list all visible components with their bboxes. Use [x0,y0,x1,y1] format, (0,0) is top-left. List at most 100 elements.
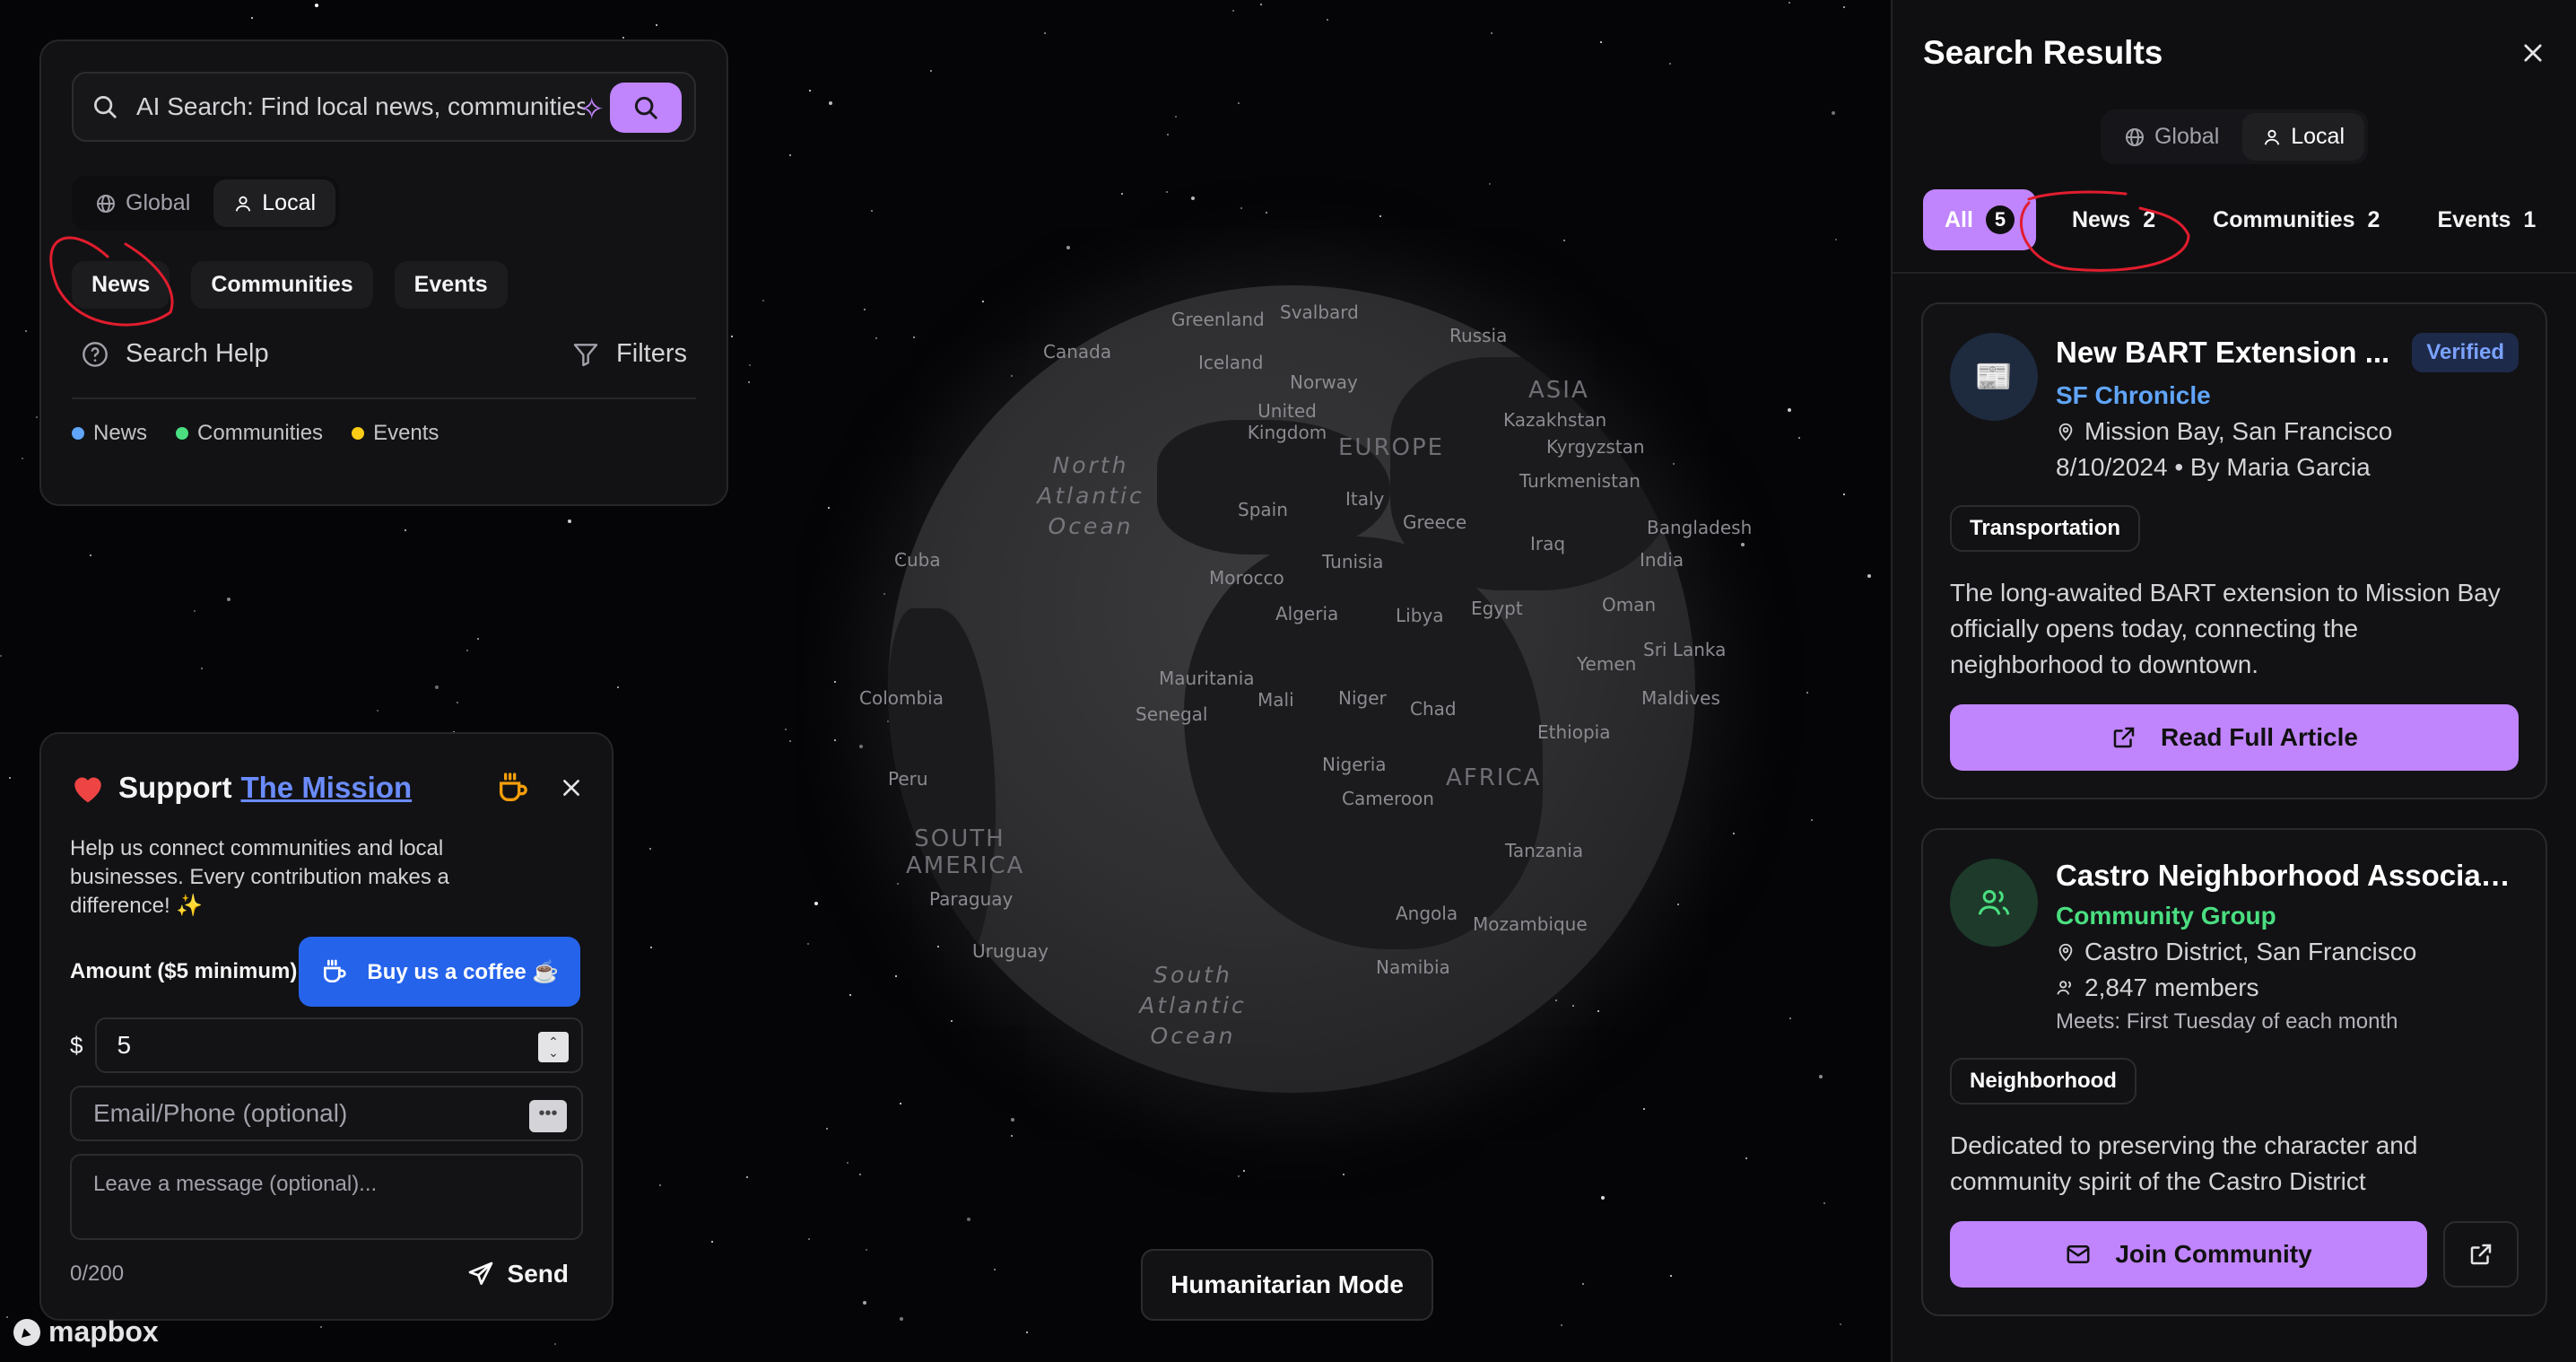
filters-button[interactable]: Filters [571,339,687,369]
scope-global-label: Global [126,190,191,215]
star [1238,102,1240,104]
read-article-button[interactable]: Read Full Article [1950,704,2519,771]
tab-communities[interactable]: Communities 2 [2191,191,2401,249]
card-title[interactable]: Castro Neighborhood Association [2056,859,2519,893]
tab-all[interactable]: All 5 [1923,189,2036,250]
mapbox-logo[interactable]: mapbox [11,1315,159,1349]
results-scope-global[interactable]: Global [2104,113,2239,161]
scope-global[interactable]: Global [75,179,210,227]
password-manager-icon[interactable]: ••• [529,1100,567,1132]
legend-events: Events [352,421,439,446]
users-icon [1978,890,2010,915]
message-textarea[interactable]: Leave a message (optional)... [70,1154,583,1240]
map-label: Colombia [859,687,944,709]
send-icon [468,1262,492,1285]
legend-label: News [93,421,148,445]
card-description: The long-awaited BART extension to Missi… [1950,579,2501,678]
star [913,336,915,338]
star [90,554,91,556]
star [1011,1118,1014,1122]
star [477,638,479,640]
star [748,381,750,383]
buy-coffee-button[interactable]: Buy us a coffee ☕ [299,937,581,1007]
search-icon [94,96,117,118]
search-help-button[interactable]: Search Help [81,339,269,369]
category-communities-chip[interactable]: Communities [191,261,373,309]
buy-coffee-label: Buy us a coffee ☕ [367,959,560,984]
star [466,650,468,651]
map-label: Maldives [1641,687,1720,709]
support-footer: 0/200 Send [70,1260,583,1288]
star [875,337,877,339]
star [1066,246,1070,249]
contact-input[interactable]: Email/Phone (optional) ••• [70,1086,583,1141]
legend-label: Communities [197,421,324,445]
star [650,947,652,948]
search-box[interactable]: AI Search: Find local news, communities … [72,72,696,142]
location-text: Castro District, San Francisco [2084,938,2417,965]
legend-dot [176,427,189,440]
tab-events[interactable]: Events 1 [2415,191,2557,249]
search-submit-button[interactable] [610,83,682,133]
support-description: Help us connect communities and local bu… [70,836,449,918]
star [967,1218,970,1221]
coffee-icon [500,773,527,801]
star [201,668,203,669]
scope-global-label: Global [2154,124,2220,149]
category-news-chip[interactable]: News [72,261,170,309]
star [1840,1323,1841,1325]
star [315,4,318,7]
join-community-button[interactable]: Join Community [1950,1221,2427,1288]
map-label: Italy [1345,488,1385,510]
mail-icon [2067,1245,2090,1263]
tab-news[interactable]: News 2 [2050,191,2177,249]
card-source[interactable]: SF Chronicle [2056,381,2519,410]
humanitarian-mode-button[interactable]: Humanitarian Mode [1141,1249,1433,1321]
amount-input[interactable]: 5 ⌃ ⌄ [95,1017,583,1073]
star [1843,493,1845,495]
star [809,90,811,92]
count-badge: 2 [2143,206,2156,232]
users-icon [2057,981,2071,995]
user-icon [2265,129,2280,145]
card-title[interactable]: New BART Extension ... [2056,336,2389,370]
star [1561,1324,1562,1326]
map-label: Cameroon [1342,788,1434,809]
star [1669,63,1671,65]
card-title-row: New BART Extension ... Verified [2056,333,2519,372]
category-events-chip[interactable]: Events [394,261,508,309]
search-results-panel: Search Results Global Local All 5 News 2… [1891,0,2576,1362]
card-tag: Neighborhood [1950,1058,2137,1104]
search-input[interactable]: AI Search: Find local news, communities [136,92,585,121]
star [859,1174,861,1175]
map-label: Greece [1403,511,1467,533]
map-label: Iraq [1530,533,1566,554]
results-scope-row: Global Local [1893,109,2576,164]
star [320,1326,322,1328]
map-label: Senegal [1136,703,1208,725]
results-scope-local[interactable]: Local [2242,113,2365,161]
card-members: 2,847 members [2056,973,2519,1002]
star [1843,6,1845,8]
star [1166,191,1168,193]
open-external-button[interactable] [2443,1221,2519,1288]
count-badge: 5 [1985,205,2015,234]
star [1121,193,1123,195]
amount-stepper[interactable]: ⌃ ⌄ [538,1032,569,1062]
close-icon[interactable] [2520,40,2546,65]
star [227,598,231,601]
globe-icon [97,194,115,213]
send-button[interactable]: Send [466,1260,569,1288]
mission-link[interactable]: The Mission [240,771,412,805]
close-icon[interactable] [560,776,583,799]
star [849,994,851,996]
card-location: Mission Bay, San Francisco [2056,417,2519,446]
star [1266,212,1267,214]
star [1572,1005,1574,1007]
star [1379,215,1381,217]
star [1798,437,1800,439]
star [554,1343,556,1345]
scope-local[interactable]: Local [213,179,336,227]
star [1788,2,1790,4]
external-link-icon [2470,1244,2492,1265]
